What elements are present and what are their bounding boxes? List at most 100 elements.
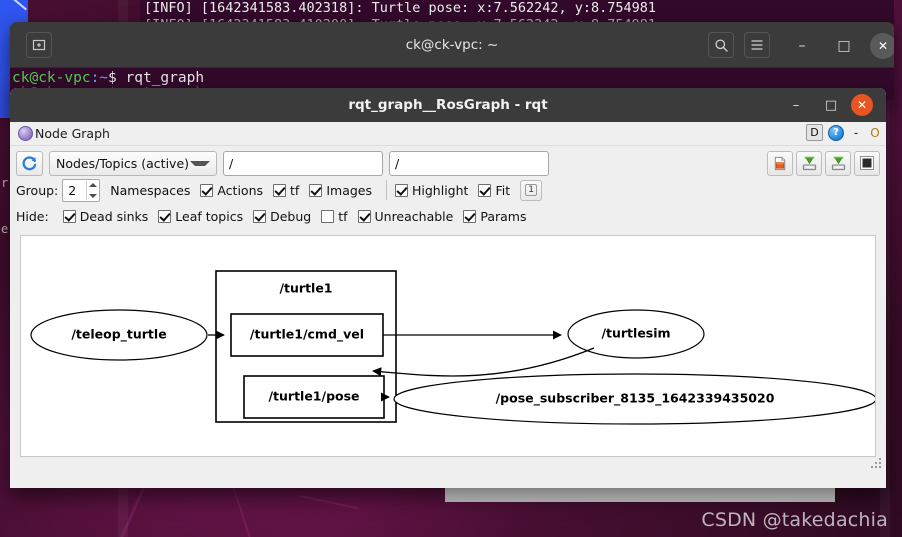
node-graph-dock-header[interactable]: Node Graph D ? - O: [10, 122, 886, 146]
rqt-titlebar[interactable]: rqt_graph__RosGraph - rqt – □ ✕: [10, 88, 886, 122]
help-icon[interactable]: ?: [828, 124, 844, 141]
checkbox-box[interactable]: [357, 209, 371, 223]
terminal-maximize-button[interactable]: □: [832, 34, 856, 58]
dock-d-button[interactable]: D: [806, 124, 823, 141]
checkbox-hide-dead-sinks[interactable]: Dead sinks: [62, 208, 149, 224]
checkbox-hide-params[interactable]: Params: [463, 209, 526, 224]
terminal-titlebar[interactable]: ck@ck-vpc: ~ – □ ✕: [10, 22, 894, 68]
terminal-minimize-button[interactable]: –: [790, 34, 814, 58]
dock-title: Node Graph: [35, 126, 110, 141]
graph-type-select[interactable]: Nodes/Topics (active): [49, 150, 217, 176]
terminal-prompt-line: ck@ck-vpc:~$ rqt_graph: [12, 70, 894, 86]
stepper-arrows[interactable]: [86, 180, 98, 200]
toolbar-main-row: Nodes/Topics (active) / /: [16, 149, 880, 177]
search-icon[interactable]: [708, 32, 734, 58]
resize-grip[interactable]: [871, 458, 883, 470]
rqt-window-title: rqt_graph__RosGraph - rqt: [348, 97, 548, 113]
node-filter-input[interactable]: /: [389, 150, 549, 176]
checkbox-label: tf: [338, 208, 348, 224]
checkbox-box[interactable]: [158, 209, 172, 223]
toolbar-separator: [386, 180, 387, 200]
checkbox-images[interactable]: Images: [309, 183, 372, 198]
hamburger-menu-icon[interactable]: [744, 32, 770, 58]
dock-close-button[interactable]: O: [868, 125, 882, 141]
rqt-toolbar: Nodes/Topics (active) / / Group: 2 Names…: [10, 146, 886, 231]
graph-edge-turtlesim-to-pose: [372, 347, 595, 377]
checkbox-label: Highlight: [412, 182, 469, 198]
toolbar-action-buttons: [767, 150, 880, 176]
checkbox-highlight[interactable]: Highlight: [395, 183, 468, 198]
checkbox-box[interactable]: [200, 183, 214, 197]
checkbox-hide-unreachable[interactable]: Unreachable: [357, 208, 454, 224]
ros-node-graph-view[interactable]: /turtle1 /turtle1/cmd_vel /turtle1/pose …: [20, 235, 876, 457]
background-text-fragment: e: [1, 222, 9, 236]
save-image-icon[interactable]: [825, 150, 851, 176]
topic-filter-input[interactable]: /: [223, 150, 383, 176]
toolbar-hide-row: Hide: Dead sinks Leaf topics Debug tf Un…: [16, 203, 880, 229]
checkbox-box[interactable]: [253, 209, 267, 223]
zoom-level-label: 1: [525, 184, 537, 196]
dock-float-button[interactable]: -: [849, 125, 863, 141]
graph-topic-cmd-vel-label: /turtle1/cmd_vel: [250, 327, 364, 343]
checkbox-box[interactable]: [321, 209, 335, 223]
namespaces-label: Namespaces: [110, 182, 191, 198]
rqt-maximize-button[interactable]: □: [820, 95, 842, 115]
hide-label: Hide:: [16, 208, 49, 224]
checkbox-box[interactable]: [309, 183, 323, 197]
graph-node-teleop-turtle-label: /teleop_turtle: [71, 327, 166, 343]
checkbox-box[interactable]: [463, 209, 477, 223]
checkbox-hide-leaf-topics[interactable]: Leaf topics: [158, 209, 243, 224]
background-text-fragment: r: [1, 176, 9, 190]
toolbar-options-row: Group: 2 Namespaces Actions tf Images Hi…: [16, 177, 880, 203]
checkbox-box[interactable]: [478, 183, 492, 197]
prompt-user: ck@ck-vpc: [12, 70, 91, 86]
dock-header-buttons: D ? - O: [806, 124, 882, 141]
terminal-close-button[interactable]: ✕: [870, 33, 894, 59]
checkbox-label: Fit: [495, 182, 511, 198]
chevron-down-icon: [190, 160, 210, 166]
checkbox-hide-debug[interactable]: Debug: [253, 209, 311, 224]
rqt-minimize-button[interactable]: –: [785, 95, 807, 115]
rqt-statusbar: [10, 457, 886, 488]
file-open-icon[interactable]: [767, 150, 793, 176]
group-label: Group:: [16, 182, 59, 198]
checkbox-label: Leaf topics: [175, 208, 244, 224]
graph-cluster-label: /turtle1: [279, 281, 332, 296]
checkbox-label: Dead sinks: [79, 208, 149, 224]
terminal-log-overflow: [INFO] [1642341583.402318]: Turtle pose:…: [140, 0, 894, 24]
stepper-up-icon[interactable]: [88, 182, 97, 187]
prompt-path: :~: [90, 70, 109, 86]
rqt-close-button[interactable]: ✕: [851, 94, 873, 116]
graph-topic-pose-label: /turtle1/pose: [268, 389, 359, 404]
square-icon[interactable]: [854, 150, 880, 176]
rqt-graph-window[interactable]: rqt_graph__RosGraph - rqt – □ ✕ Node Gra…: [10, 88, 886, 488]
background-panel: [445, 488, 835, 502]
group-stepper[interactable]: 2: [62, 178, 101, 202]
graph-node-pose-subscriber-label: /pose_subscriber_8135_1642339435020: [496, 391, 775, 407]
checkbox-box[interactable]: [395, 183, 408, 197]
save-dot-icon[interactable]: [796, 150, 822, 176]
checkbox-actions[interactable]: Actions: [200, 183, 263, 198]
checkbox-label: Unreachable: [374, 208, 454, 224]
checkbox-tf[interactable]: tf: [273, 183, 299, 198]
checkbox-box[interactable]: [273, 183, 287, 197]
checkbox-hide-tf[interactable]: tf: [321, 208, 348, 224]
graph-node-turtlesim-label: /turtlesim: [601, 326, 670, 341]
checkbox-label: Params: [480, 208, 527, 224]
group-value: 2: [68, 182, 77, 198]
watermark: CSDN @takedachia: [701, 509, 888, 531]
zoom-level-button[interactable]: 1: [520, 179, 543, 201]
ros-globe-icon: [18, 126, 33, 141]
checkbox-fit[interactable]: Fit: [478, 183, 510, 198]
checkbox-label: Debug: [270, 208, 312, 224]
terminal-command: rqt_graph: [125, 70, 205, 86]
terminal-log-line: [INFO] [1642341583.402318]: Turtle pose:…: [144, 0, 657, 16]
checkbox-label: Actions: [217, 182, 264, 198]
checkbox-label: Images: [326, 182, 372, 198]
stepper-down-icon[interactable]: [88, 193, 97, 198]
checkbox-label: tf: [290, 182, 300, 198]
graph-canvas-wrapper: /turtle1 /turtle1/cmd_vel /turtle1/pose …: [10, 231, 886, 457]
refresh-icon[interactable]: [16, 150, 43, 176]
new-tab-icon[interactable]: [26, 32, 52, 58]
checkbox-box[interactable]: [62, 209, 76, 223]
